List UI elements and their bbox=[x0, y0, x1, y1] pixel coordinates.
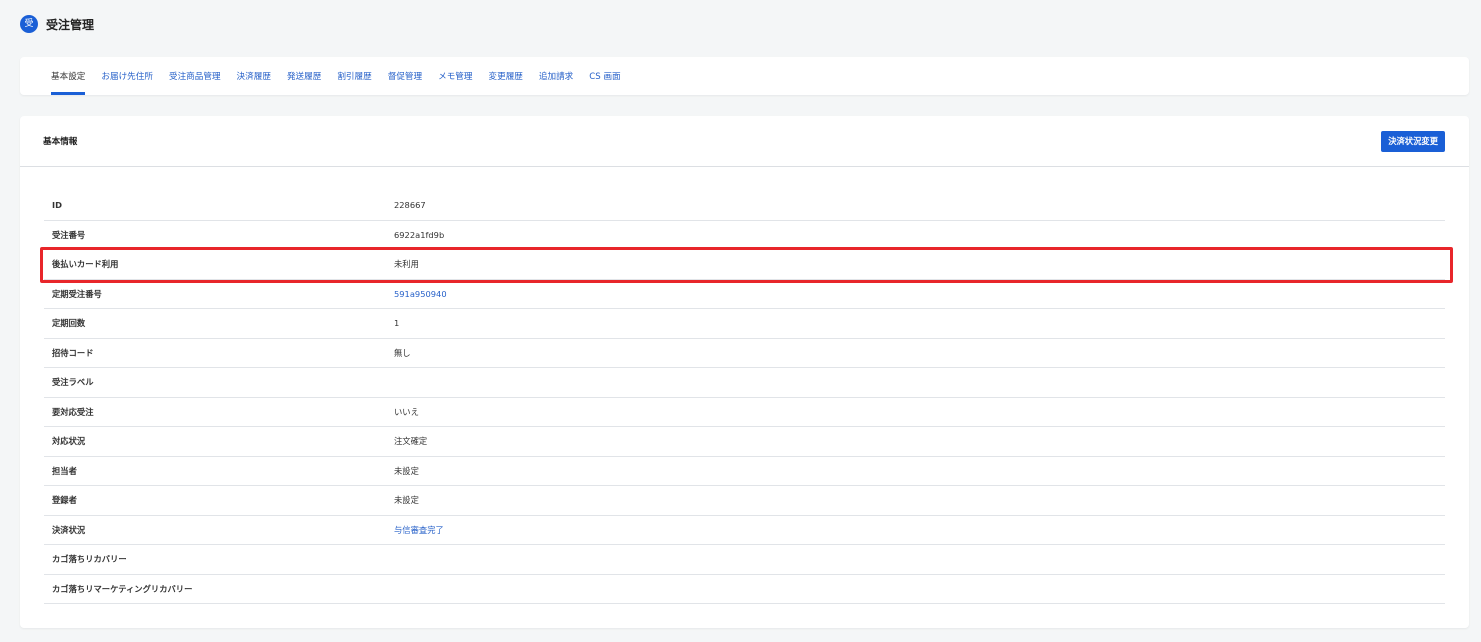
info-row: カゴ落ちリカバリー bbox=[44, 545, 1445, 575]
tab-4[interactable]: 発送履歴 bbox=[287, 57, 321, 95]
row-label: 受注ラベル bbox=[52, 377, 94, 388]
tab-3[interactable]: 決済履歴 bbox=[237, 57, 271, 95]
row-value: 6922a1fd9b bbox=[394, 229, 445, 240]
card-header: 基本情報 決済状況変更 bbox=[20, 116, 1469, 167]
info-row: 要対応受注 いいえ bbox=[44, 398, 1445, 427]
info-row: 対応状況 注文確定 bbox=[44, 427, 1445, 457]
info-row: 受注ラベル bbox=[44, 368, 1445, 398]
row-value-link[interactable]: 与信審査完了 bbox=[394, 524, 444, 536]
tab-6[interactable]: 督促管理 bbox=[388, 57, 422, 95]
row-label: 登録者 bbox=[52, 495, 77, 506]
info-row: 決済状況 与信審査完了 bbox=[44, 516, 1445, 545]
tab-8[interactable]: 変更履歴 bbox=[489, 57, 523, 95]
basic-info-card: 基本情報 決済状況変更 ID 228667 受注番号 6922a1fd9b 後払いカード… bbox=[20, 116, 1469, 628]
tab-0[interactable]: 基本設定 bbox=[51, 57, 86, 95]
row-label: 定期回数 bbox=[52, 318, 86, 329]
page-title: 受注管理 bbox=[46, 17, 95, 32]
row-label: 定期受注番号 bbox=[52, 288, 102, 299]
change-payment-status-button[interactable]: 決済状況変更 bbox=[1381, 130, 1445, 152]
info-row: カゴ落ちリマーケティングリカバリー bbox=[44, 575, 1445, 604]
row-value: 注文確定 bbox=[394, 436, 428, 447]
row-value: 未利用 bbox=[394, 259, 419, 270]
page-header: 受 受注管理 bbox=[20, 12, 94, 36]
row-label: 対応状況 bbox=[52, 436, 86, 447]
row-label: 受注番号 bbox=[52, 229, 86, 240]
info-row: 後払いカード利用 未利用 bbox=[44, 250, 1445, 280]
tab-2[interactable]: 受注商品管理 bbox=[169, 57, 221, 95]
row-value: いいえ bbox=[394, 406, 419, 417]
tab-list: 基本設定 お届け先住所 受注商品管理 決済履歴 発送履歴 割引履歴 督促管理 メモ管理 変更履歴… bbox=[20, 57, 1469, 95]
row-label: 要対応受注 bbox=[52, 406, 94, 417]
info-row: 受注番号 6922a1fd9b bbox=[44, 221, 1445, 250]
tab-1[interactable]: お届け先住所 bbox=[101, 57, 153, 95]
order-icon: 受 bbox=[20, 15, 38, 33]
row-value-link[interactable]: 591a950940 bbox=[394, 289, 447, 299]
row-value: 未設定 bbox=[394, 465, 419, 476]
row-label: 招待コード bbox=[52, 347, 94, 358]
tab-5[interactable]: 割引履歴 bbox=[337, 57, 371, 95]
info-row: 登録者 未設定 bbox=[44, 486, 1445, 516]
row-label: 後払いカード利用 bbox=[52, 259, 119, 270]
row-label: カゴ落ちリカバリー bbox=[52, 554, 127, 565]
row-value: 1 bbox=[394, 318, 400, 329]
row-value: 228667 bbox=[394, 200, 426, 211]
card-title: 基本情報 bbox=[43, 137, 78, 147]
tab-7[interactable]: メモ管理 bbox=[438, 57, 472, 95]
row-label: 担当者 bbox=[52, 465, 77, 476]
row-label: 決済状況 bbox=[52, 524, 86, 535]
row-value: 未設定 bbox=[394, 495, 419, 506]
row-label: ID bbox=[52, 200, 62, 211]
info-row: 定期受注番号 591a950940 bbox=[44, 280, 1445, 309]
row-label: カゴ落ちリマーケティングリカバリー bbox=[52, 583, 193, 594]
info-row: 定期回数 1 bbox=[44, 309, 1445, 339]
info-row: 招待コード 無し bbox=[44, 339, 1445, 368]
info-row: ID 228667 bbox=[44, 191, 1445, 221]
tab-bar: 基本設定 お届け先住所 受注商品管理 決済履歴 発送履歴 割引履歴 督促管理 メモ管理 変更履歴… bbox=[20, 57, 1469, 95]
tab-9[interactable]: 追加請求 bbox=[539, 57, 573, 95]
tab-10[interactable]: CS 画面 bbox=[589, 57, 620, 95]
info-row: 担当者 未設定 bbox=[44, 457, 1445, 486]
row-value: 無し bbox=[394, 347, 411, 358]
info-table: ID 228667 受注番号 6922a1fd9b 後払いカード利用 未利用定期受注番号 5… bbox=[44, 191, 1445, 604]
